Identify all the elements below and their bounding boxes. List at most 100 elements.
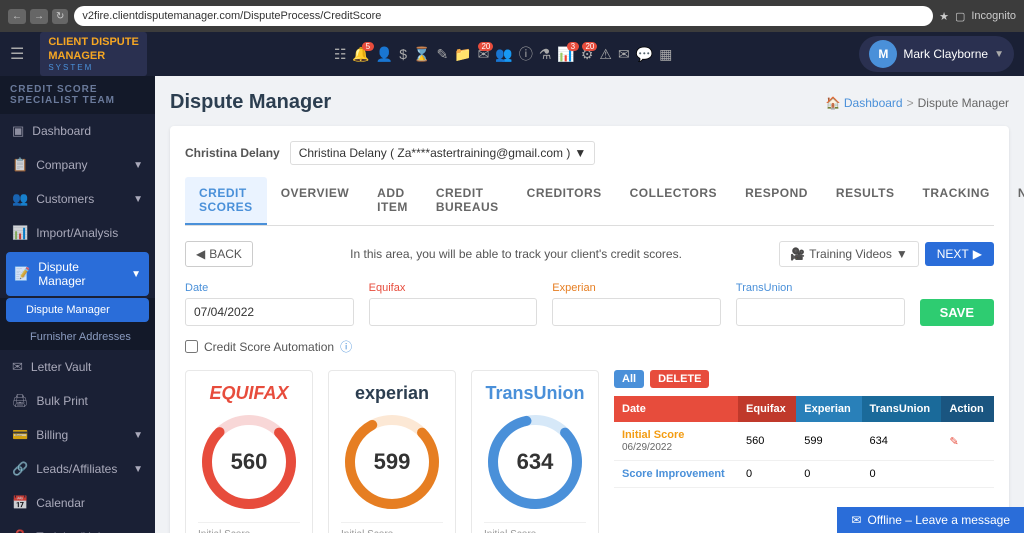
date-label: Date [185, 282, 354, 294]
client-dropdown-icon: ▼ [574, 146, 586, 160]
breadcrumb-current: Dispute Manager [918, 96, 1009, 110]
next-label: NEXT [937, 247, 969, 261]
next-button[interactable]: NEXT ▶ [925, 242, 994, 266]
tab-credit-bureaus[interactable]: CREDIT BUREAUS [422, 177, 513, 225]
sidebar-item-print[interactable]: 🖨 Bulk Print [0, 384, 155, 418]
sidebar-item-company[interactable]: 📋 Company ▼ [0, 148, 155, 182]
sidebar-item-customers[interactable]: 👥 Customers ▼ [0, 182, 155, 216]
print-icon: 🖨 [12, 393, 29, 409]
edit-icon[interactable]: ✎ [949, 436, 958, 448]
client-row: Christina Delany Christina Delany ( Za**… [185, 141, 994, 165]
address-bar[interactable]: v2fire.clientdisputemanager.com/DisputeP… [74, 6, 933, 26]
tab-collectors[interactable]: COLLECTORS [616, 177, 731, 225]
clock-icon[interactable]: ⌛ [413, 46, 430, 63]
main-card: Christina Delany Christina Delany ( Za**… [170, 126, 1009, 533]
mail-icon[interactable]: ✉20 [478, 46, 490, 63]
initial-equifax-val: 560 [738, 422, 796, 461]
people-icon[interactable]: 👥 [495, 46, 512, 63]
experian-input[interactable] [552, 298, 721, 326]
tab-notes[interactable]: NOTES [1004, 177, 1024, 225]
leads-icon: 🔗 [12, 461, 28, 477]
sidebar-item-calendar[interactable]: 📅 Calendar [0, 486, 155, 520]
panel-filter-tabs: All DELETE [614, 370, 994, 388]
back-button[interactable]: ◀ BACK [185, 241, 253, 267]
url-text: v2fire.clientdisputemanager.com/DisputeP… [82, 10, 381, 22]
app-body: CREDIT SCORE SPECIALIST TEAM ▣ Dashboard… [0, 76, 1024, 533]
tab-creditors[interactable]: CREDITORS [513, 177, 616, 225]
tab-add-item[interactable]: ADD ITEM [363, 177, 422, 225]
logo-text2: MANAGER [48, 50, 138, 63]
training-videos-button[interactable]: 🎥 Training Videos ▼ [779, 241, 919, 267]
transunion-gauge: 634 [485, 412, 585, 512]
chevron-down-icon: ▼ [133, 464, 143, 475]
col-header-transunion: TransUnion [862, 396, 942, 422]
company-icon: 📋 [12, 157, 28, 173]
warning-icon[interactable]: ⚠ [599, 46, 612, 63]
folder-icon[interactable]: 📁 [454, 46, 471, 63]
breadcrumb-home[interactable]: 🏠 Dashboard [826, 96, 903, 110]
dollar-icon[interactable]: $ [399, 46, 407, 62]
initial-transunion-val: 634 [862, 422, 942, 461]
tab-results[interactable]: RESULTS [822, 177, 909, 225]
sidebar-item-training[interactable]: ❓ Training/Help ▼ [0, 520, 155, 533]
chat-icon[interactable]: 💬 [636, 46, 653, 63]
user-area[interactable]: M Mark Clayborne ▼ [859, 36, 1014, 72]
sidebar-item-leads[interactable]: 🔗 Leads/Affiliates ▼ [0, 452, 155, 486]
help-icon[interactable]: ⓘ [340, 338, 352, 355]
question-icon[interactable]: ⚗ [539, 46, 552, 63]
sidebar-item-letter[interactable]: ✉ Letter Vault [0, 350, 155, 384]
person-icon[interactable]: 👤 [376, 46, 393, 63]
dispute-icon: 📝 [14, 266, 30, 282]
calendar-icon: 📅 [12, 495, 28, 511]
sidebar-label-company: Company [36, 158, 87, 172]
browser-back[interactable]: ← [8, 9, 26, 24]
row-type-initial: Initial Score 06/29/2022 [614, 422, 738, 461]
envelope-icon[interactable]: ✉ [618, 46, 630, 63]
import-icon: 📊 [12, 225, 28, 241]
list-icon[interactable]: ☷ [334, 46, 347, 63]
chevron-down-icon: ▼ [133, 194, 143, 205]
window-icon[interactable]: ▢ [955, 10, 965, 23]
score-cards-area: EQUIFAX 560 Initial Score 560 [185, 370, 599, 533]
pen-icon[interactable]: ✎ [436, 46, 448, 63]
sidebar-item-dispute[interactable]: 📝 Dispute Manager ▼ [6, 252, 149, 296]
sidebar-sub-furnisher[interactable]: Furnisher Addresses [0, 324, 155, 350]
equifax-score-value: 560 [231, 449, 268, 475]
tab-label-tracking: TRACKING [923, 186, 990, 200]
chart-icon[interactable]: 📊3 [557, 46, 574, 63]
sidebar-item-dashboard[interactable]: ▣ Dashboard [0, 114, 155, 148]
client-select[interactable]: Christina Delany ( Za****astertraining@g… [290, 141, 596, 165]
browser-refresh[interactable]: ↻ [52, 9, 68, 24]
transunion-input[interactable] [736, 298, 905, 326]
filter-all-button[interactable]: All [614, 370, 644, 388]
tab-respond[interactable]: RESPOND [731, 177, 822, 225]
col-header-equifax: Equifax [738, 396, 796, 422]
score-improvement-label: Score Improvement [622, 468, 725, 480]
grid-icon[interactable]: ▦ [659, 46, 672, 63]
equifax-input[interactable] [369, 298, 538, 326]
experian-score-value: 599 [374, 449, 411, 475]
settings-icon[interactable]: ⚙20 [581, 46, 594, 63]
bell-icon[interactable]: 🔔5 [352, 46, 369, 63]
filter-delete-button[interactable]: DELETE [650, 370, 709, 388]
avatar-initials: M [878, 47, 888, 61]
sidebar-item-import[interactable]: 📊 Import/Analysis [0, 216, 155, 250]
date-input[interactable] [185, 298, 354, 326]
user-dropdown-icon[interactable]: ▼ [994, 49, 1004, 60]
automation-checkbox[interactable] [185, 340, 198, 353]
info-icon[interactable]: ⓘ [519, 44, 533, 64]
sidebar-label-billing: Billing [36, 428, 68, 442]
save-button[interactable]: SAVE [920, 299, 994, 326]
sidebar-sub-dispute-manager[interactable]: Dispute Manager [6, 298, 149, 322]
tab-tracking[interactable]: TRACKING [909, 177, 1004, 225]
initial-action[interactable]: ✎ [941, 422, 994, 461]
tab-credit-scores[interactable]: CREDIT SCORES [185, 177, 267, 225]
training-label: Training Videos [809, 247, 892, 261]
sidebar-item-billing[interactable]: 💳 Billing ▼ [0, 418, 155, 452]
star-icon[interactable]: ★ [939, 10, 949, 23]
browser-forward[interactable]: → [30, 9, 48, 24]
tab-overview[interactable]: OVERVIEW [267, 177, 363, 225]
hamburger-icon[interactable]: ☰ [10, 44, 24, 64]
offline-chat-bar[interactable]: ✉ Offline – Leave a message [837, 507, 1024, 533]
nav-icons: ☷ 🔔5 👤 $ ⌛ ✎ 📁 ✉20 👥 ⓘ ⚗ 📊3 ⚙20 ⚠ ✉ 💬 ▦ [334, 44, 673, 64]
